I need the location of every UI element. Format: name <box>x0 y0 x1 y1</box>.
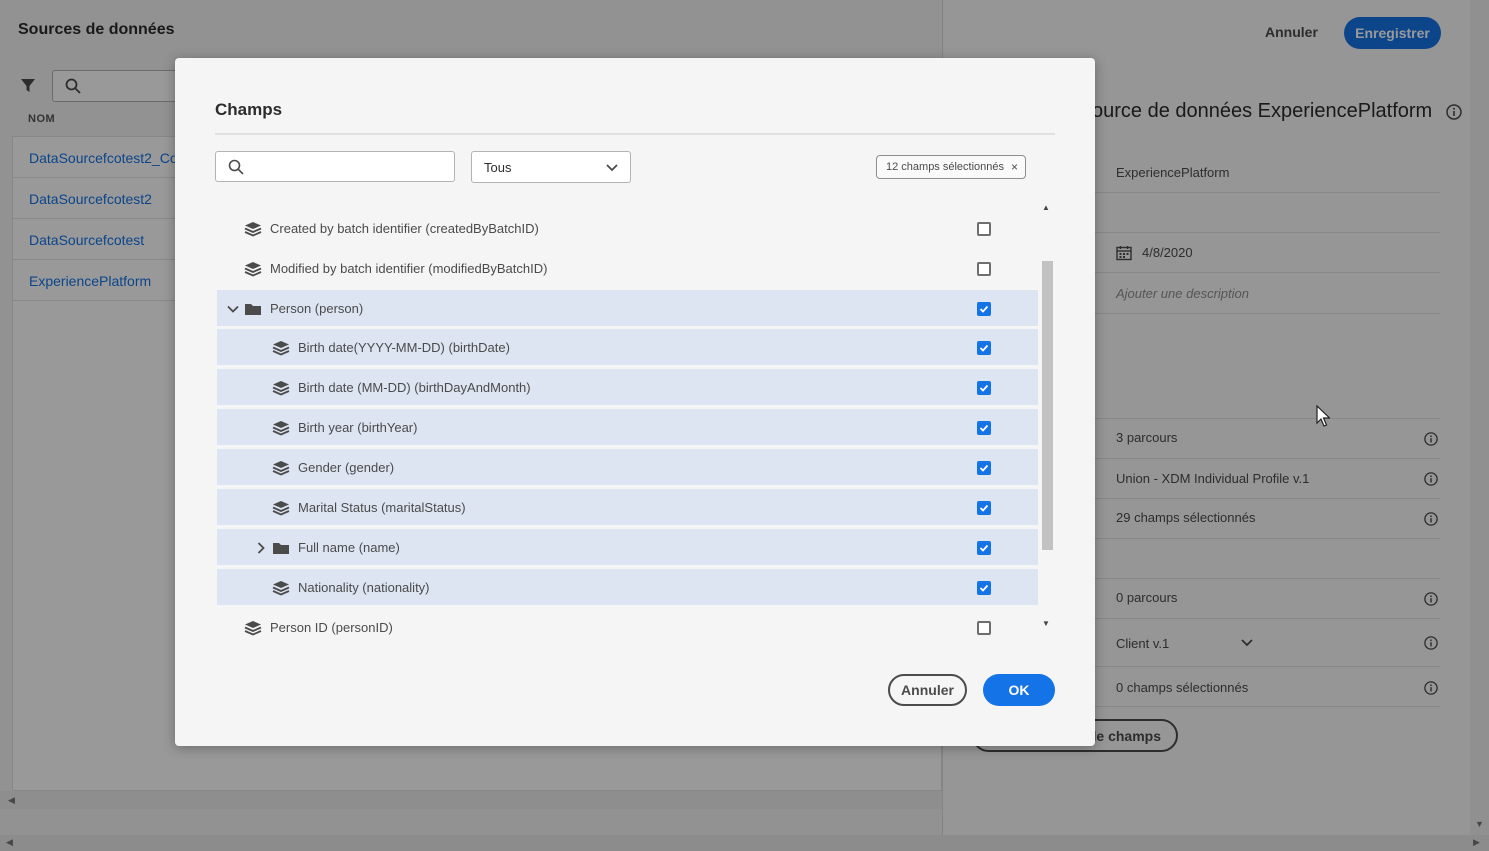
folder-icon <box>244 302 262 316</box>
field-filter-select[interactable]: Tous <box>471 151 631 183</box>
scroll-up-icon[interactable]: ▲ <box>1042 203 1050 212</box>
tree-scrollbar[interactable]: ▲ ▼ <box>1041 203 1053 634</box>
field-label: Created by batch identifier (createdByBa… <box>270 221 539 236</box>
chevron-down-icon[interactable] <box>227 302 239 314</box>
field-checkbox[interactable] <box>977 302 991 316</box>
search-icon <box>228 159 244 175</box>
field-label: Person ID (personID) <box>270 620 393 635</box>
field-label: Marital Status (maritalStatus) <box>298 500 466 515</box>
tree-row[interactable]: Full name (name) <box>217 529 1038 565</box>
field-checkbox[interactable] <box>977 262 991 276</box>
field-layers-icon <box>272 420 290 436</box>
tree-row[interactable]: Nationality (nationality) <box>217 569 1038 605</box>
tree-row[interactable]: Person (person) <box>217 290 1038 326</box>
field-label: Birth date(YYYY-MM-DD) (birthDate) <box>298 340 510 355</box>
field-checkbox[interactable] <box>977 421 991 435</box>
field-checkbox[interactable] <box>977 541 991 555</box>
tree-row[interactable]: Birth date(YYYY-MM-DD) (birthDate) <box>217 329 1038 365</box>
field-checkbox[interactable] <box>977 621 991 635</box>
close-icon[interactable]: × <box>1011 160 1018 174</box>
field-label: Full name (name) <box>298 540 400 555</box>
fields-dialog: Champs Tous 12 champs sélectionnés × Cre… <box>175 58 1095 746</box>
chevron-down-icon <box>606 164 618 172</box>
tree-row[interactable]: Created by batch identifier (createdByBa… <box>217 211 1038 246</box>
field-checkbox[interactable] <box>977 341 991 355</box>
field-label: Nationality (nationality) <box>298 580 430 595</box>
tree-row[interactable]: Modified by batch identifier (modifiedBy… <box>217 250 1038 286</box>
field-label: Birth year (birthYear) <box>298 420 418 435</box>
field-label: Modified by batch identifier (modifiedBy… <box>270 261 548 276</box>
folder-icon <box>272 541 290 555</box>
field-checkbox[interactable] <box>977 581 991 595</box>
dialog-title: Champs <box>215 100 283 119</box>
tree-row[interactable]: Gender (gender) <box>217 449 1038 485</box>
field-checkbox[interactable] <box>977 501 991 515</box>
field-layers-icon <box>244 620 262 636</box>
field-label: Person (person) <box>270 301 364 316</box>
field-layers-icon <box>272 460 290 476</box>
scroll-down-icon[interactable]: ▼ <box>1042 619 1050 628</box>
field-checkbox[interactable] <box>977 461 991 475</box>
tree-row[interactable]: Marital Status (maritalStatus) <box>217 489 1038 525</box>
field-layers-icon <box>244 261 262 277</box>
fields-tree: Created by batch identifier (createdByBa… <box>217 211 1038 636</box>
tree-row[interactable]: Person ID (personID) <box>217 609 1038 636</box>
divider <box>215 133 1055 135</box>
field-layers-icon <box>244 221 262 237</box>
field-layers-icon <box>272 380 290 396</box>
chevron-right-icon[interactable] <box>255 541 267 554</box>
fields-search-input[interactable] <box>215 151 455 182</box>
tree-row[interactable]: Birth date (MM-DD) (birthDayAndMonth) <box>217 369 1038 405</box>
field-layers-icon <box>272 340 290 356</box>
field-label: Gender (gender) <box>298 460 395 475</box>
scroll-thumb[interactable] <box>1042 261 1053 550</box>
field-checkbox[interactable] <box>977 381 991 395</box>
mouse-cursor-icon <box>1316 405 1330 427</box>
field-layers-icon <box>272 500 290 516</box>
cancel-button[interactable]: Annuler <box>888 674 967 706</box>
tree-row[interactable]: Birth year (birthYear) <box>217 409 1038 445</box>
field-checkbox[interactable] <box>977 222 991 236</box>
field-layers-icon <box>272 580 290 596</box>
selected-fields-tag: 12 champs sélectionnés × <box>876 155 1026 179</box>
ok-button[interactable]: OK <box>983 674 1055 706</box>
field-label: Birth date (MM-DD) (birthDayAndMonth) <box>298 380 531 395</box>
